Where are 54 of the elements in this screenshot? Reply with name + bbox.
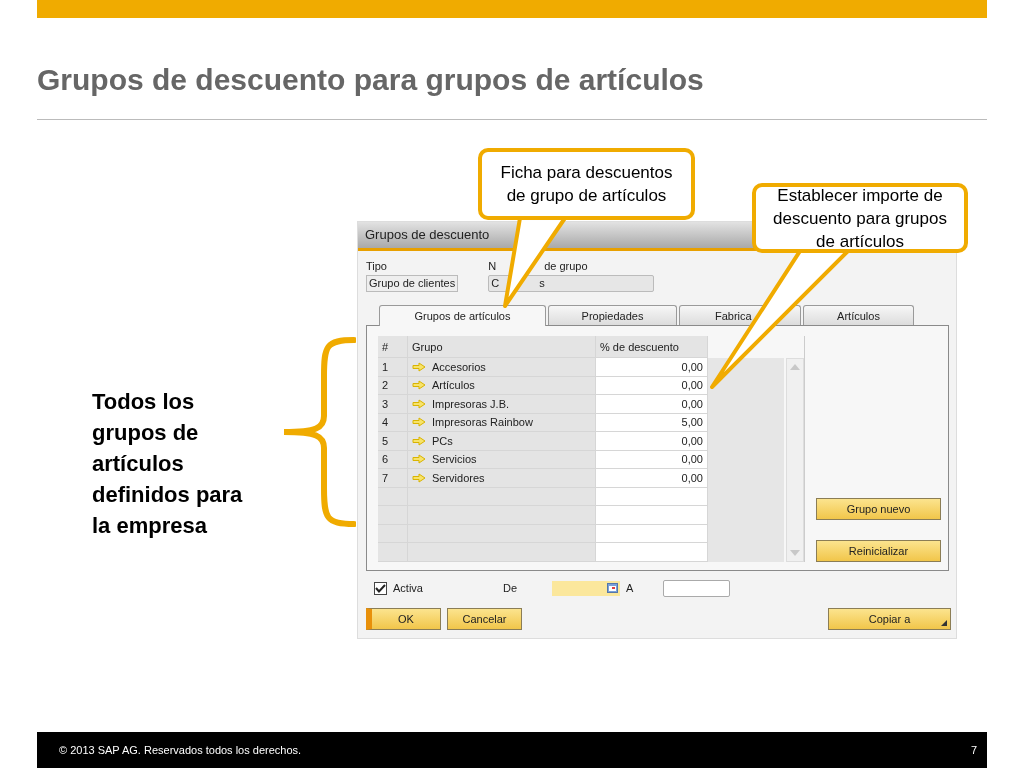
table-cell: Accesorios (432, 360, 486, 373)
table-cell: 0,00 (596, 358, 708, 377)
side-text: Todos los grupos de artículos definidos para la empresa (92, 388, 244, 540)
table-cell: Impresoras Rainbow (432, 416, 533, 429)
link-arrow-icon[interactable] (412, 398, 426, 409)
group-name-label: de grupo (544, 259, 588, 273)
tab[interactable]: Grupos de artículos (379, 305, 546, 326)
table-cell: 3 (378, 395, 408, 414)
caret-icon (941, 620, 947, 626)
table-cell: Servidores (432, 471, 485, 484)
page-number: 7 (970, 744, 977, 756)
table-cell: 0,00 (596, 395, 708, 414)
table-cell: PCs (432, 434, 453, 447)
callout: Establecer importe de descuento para grupos de artículos (752, 183, 968, 253)
link-arrow-icon[interactable] (412, 380, 426, 391)
dialog-button[interactable]: Cancelar (447, 608, 522, 630)
link-arrow-icon[interactable] (412, 454, 426, 465)
from-date-field[interactable] (552, 580, 621, 596)
active-label: Activa (393, 582, 423, 594)
link-arrow-icon[interactable] (412, 472, 426, 483)
side-button[interactable]: Reinicializar (816, 540, 941, 562)
table-cell: 1 (378, 358, 408, 377)
table-cell: Servicios (432, 453, 477, 466)
table-cell: Artículos (432, 379, 475, 392)
active-checkbox[interactable] (374, 581, 387, 595)
side-button[interactable]: Grupo nuevo (816, 498, 941, 520)
to-label: A (626, 582, 634, 594)
table-cell: Impresoras J.B. (432, 397, 510, 410)
calendar-icon[interactable] (607, 583, 619, 593)
scroll-up-icon[interactable] (790, 364, 800, 370)
copy-to-button[interactable]: Copiar a (828, 608, 951, 630)
table-cell: 5 (378, 432, 408, 451)
slide-title: Grupos de descuento para grupos de artículos (37, 62, 705, 98)
scrollbar[interactable] (786, 358, 804, 562)
column-header[interactable]: % de descuento (596, 336, 708, 358)
column-header[interactable]: # (378, 336, 408, 358)
table-cell: 0,00 (596, 432, 708, 451)
link-arrow-icon[interactable] (412, 417, 426, 428)
type-label: Tipo (366, 259, 388, 273)
type-field[interactable]: Grupo de clientes (366, 275, 459, 292)
table-cell: 7 (378, 469, 408, 488)
table-cell: 0,00 (596, 469, 708, 488)
link-arrow-icon[interactable] (412, 361, 426, 372)
group-name-field[interactable]: C s (488, 275, 655, 292)
tab[interactable]: Propiedades (548, 305, 677, 325)
from-label: De (502, 582, 518, 594)
scroll-down-icon[interactable] (790, 550, 800, 556)
group-name-label: N (488, 259, 497, 273)
link-arrow-icon[interactable] (412, 435, 426, 446)
copyright-text: © 2013 SAP AG. Reservados todos los derechos. (59, 744, 302, 756)
to-date-field[interactable] (663, 579, 731, 597)
tab[interactable]: Artículos (803, 305, 914, 325)
dialog-button[interactable]: OK (366, 608, 441, 630)
column-header[interactable]: Grupo (408, 336, 596, 358)
